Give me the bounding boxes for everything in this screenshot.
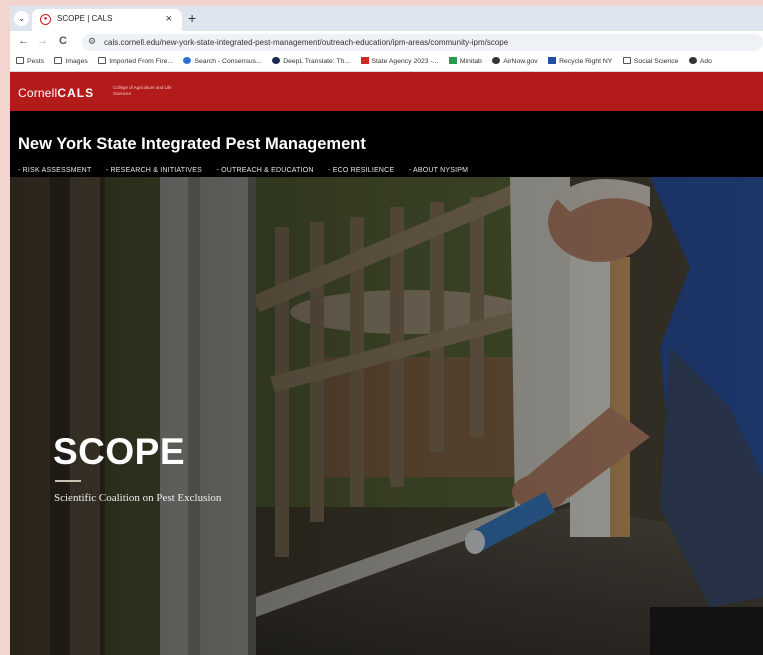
bookmark-consensus[interactable]: Search - Consensus... <box>183 57 262 65</box>
browser-window: ⌄ ● SCOPE | CALS × + ← → C ⚙ cals.cornel… <box>10 6 763 655</box>
bookmark-images[interactable]: Images <box>54 57 88 65</box>
minitab-icon <box>448 57 457 64</box>
bookmark-minitab[interactable]: Minitab <box>448 57 482 65</box>
forward-button[interactable]: → <box>37 35 48 47</box>
hero-divider <box>55 480 81 482</box>
hero-subtitle: Scientific Coalition on Pest Exclusion <box>54 492 222 504</box>
consensus-icon <box>183 57 192 64</box>
recycle-right-icon <box>548 57 557 64</box>
deepl-icon <box>272 57 281 64</box>
back-button[interactable]: ← <box>18 35 29 47</box>
state-agency-icon <box>360 57 369 64</box>
reload-button[interactable]: C <box>59 35 67 47</box>
site-info-icon[interactable]: ⚙ <box>88 36 96 47</box>
cornell-cals-logo[interactable]: CornellCALS <box>18 86 94 100</box>
cals-logo-subtitle: College of Agriculture and Life Sciences <box>113 85 172 96</box>
adobe-icon <box>688 57 697 64</box>
hero-photo <box>10 177 763 655</box>
tab-close-icon[interactable]: × <box>166 13 172 25</box>
site-header: New York State Integrated Pest Managemen… <box>10 111 763 178</box>
web-page: CornellCALS College of Agriculture and L… <box>10 72 763 655</box>
airnow-icon <box>492 57 501 64</box>
folder-icon <box>622 57 631 64</box>
folder-icon <box>98 57 107 64</box>
tab-search-button[interactable]: ⌄ <box>14 11 29 26</box>
tab-scope-cals[interactable]: ● SCOPE | CALS × <box>32 9 182 31</box>
bookmark-pests[interactable]: Pests <box>16 57 44 65</box>
bookmark-imported[interactable]: Imported From Fire... <box>98 57 173 65</box>
tab-strip: ⌄ ● SCOPE | CALS × + <box>10 6 763 31</box>
bookmark-social-science[interactable]: Social Science <box>622 57 678 65</box>
nav-risk-assessment[interactable]: - RISK ASSESSMENT <box>18 167 91 177</box>
hero-title: SCOPE <box>53 431 186 472</box>
address-bar-row: ← → C ⚙ cals.cornell.edu/new-york-state-… <box>10 31 763 54</box>
nav-research-initiatives[interactable]: - RESEARCH & INITIATIVES <box>106 167 202 177</box>
main-nav: - RISK ASSESSMENT - RESEARCH & INITIATIV… <box>18 159 478 178</box>
nav-about-nysipm[interactable]: - ABOUT NYSIPM <box>409 167 468 177</box>
hero-banner: SCOPE Scientific Coalition on Pest Exclu… <box>10 177 763 655</box>
folder-icon <box>16 57 24 64</box>
bookmark-state-agency[interactable]: State Agency 2023 -... <box>360 57 438 65</box>
bookmark-airnow[interactable]: AirNow.gov <box>492 57 538 65</box>
bookmark-adobe[interactable]: Ado <box>688 57 712 65</box>
tab-title: SCOPE | CALS <box>57 14 113 23</box>
new-tab-button[interactable]: + <box>188 10 196 26</box>
bookmark-deepl[interactable]: DeepL Translate: Th... <box>272 57 350 65</box>
folder-icon <box>54 57 63 64</box>
nav-eco-resilience[interactable]: - ECO RESILIENCE <box>328 167 394 177</box>
address-bar[interactable]: ⚙ cals.cornell.edu/new-york-state-integr… <box>82 34 763 51</box>
bookmarks-bar: Pests Images Imported From Fire... Searc… <box>10 54 763 72</box>
cornell-cals-bar: CornellCALS College of Agriculture and L… <box>10 72 763 111</box>
url-text[interactable]: cals.cornell.edu/new-york-state-integrat… <box>104 38 508 47</box>
bookmark-recycle-right[interactable]: Recycle Right NY <box>548 57 612 65</box>
site-title[interactable]: New York State Integrated Pest Managemen… <box>18 135 366 154</box>
cornell-seal-icon: ● <box>40 14 51 25</box>
